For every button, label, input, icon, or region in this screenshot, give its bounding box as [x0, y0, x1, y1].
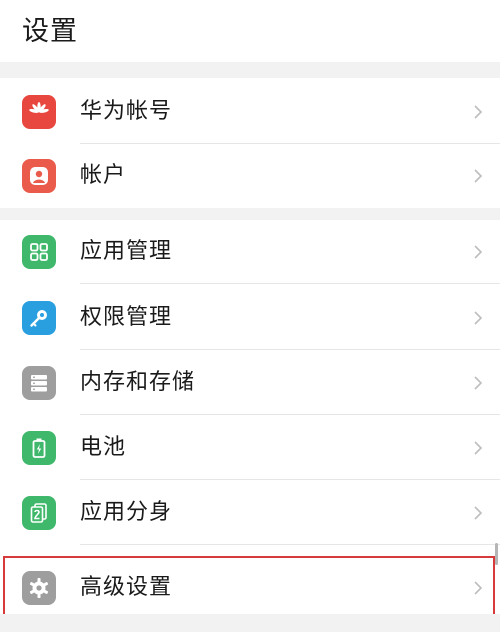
settings-item-huawei-id[interactable]: 华为帐号	[0, 80, 500, 144]
huawei-logo-icon	[22, 95, 56, 129]
key-icon	[22, 301, 56, 335]
storage-icon	[22, 366, 56, 400]
settings-item-label: 权限管理	[80, 305, 173, 330]
section-gap-bottom	[0, 614, 500, 632]
settings-item-label: 帐户	[80, 163, 127, 188]
page-title: 设置	[22, 16, 78, 47]
app-grid-icon	[22, 235, 56, 269]
scrollbar-thumb[interactable]	[495, 543, 498, 565]
settings-item-app-management[interactable]: 应用管理	[0, 220, 500, 284]
divider	[80, 414, 500, 415]
chevron-right-icon	[474, 581, 483, 595]
chevron-right-icon	[474, 376, 483, 390]
settings-item-label: 应用分身	[80, 500, 173, 525]
settings-item-label: 华为帐号	[80, 99, 173, 124]
divider	[80, 544, 500, 545]
settings-item-label: 电池	[80, 435, 127, 460]
settings-item-advanced-settings[interactable]: 高级设置	[0, 556, 500, 620]
chevron-right-icon	[474, 311, 483, 325]
settings-item-label: 高级设置	[80, 575, 173, 600]
divider	[80, 283, 500, 284]
account-person-icon	[22, 159, 56, 193]
settings-item-memory-storage[interactable]: 内存和存储	[0, 351, 500, 415]
settings-item-app-twin[interactable]: 应用分身	[0, 481, 500, 545]
settings-item-account[interactable]: 帐户	[0, 144, 500, 208]
gear-icon	[22, 571, 56, 605]
settings-item-label: 应用管理	[80, 239, 173, 264]
settings-item-label: 内存和存储	[80, 370, 196, 395]
chevron-right-icon	[474, 441, 483, 455]
section-gap-top	[0, 62, 500, 78]
section-gap	[0, 208, 500, 220]
chevron-right-icon	[474, 169, 483, 183]
divider	[80, 479, 500, 480]
divider	[80, 349, 500, 350]
settings-item-battery[interactable]: 电池	[0, 416, 500, 480]
settings-item-permission-management[interactable]: 权限管理	[0, 286, 500, 350]
battery-icon	[22, 431, 56, 465]
chevron-right-icon	[474, 105, 483, 119]
app-twin-icon	[22, 496, 56, 530]
chevron-right-icon	[474, 245, 483, 259]
chevron-right-icon	[474, 506, 483, 520]
title-bar: 设置	[0, 0, 500, 62]
